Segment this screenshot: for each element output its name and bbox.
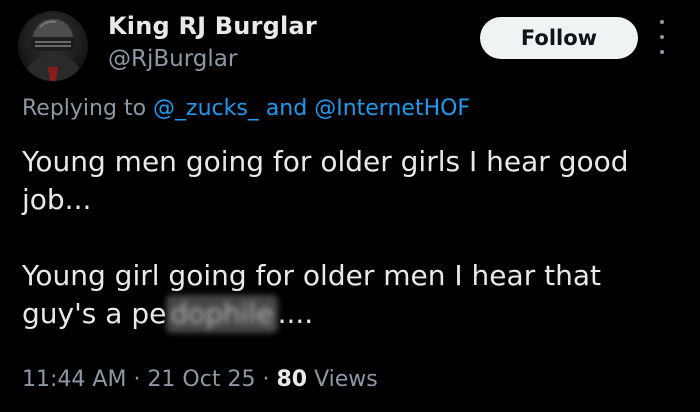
views-label: Views bbox=[314, 367, 378, 392]
reply-joiner: and bbox=[265, 96, 308, 121]
author-display-name[interactable]: King RJ Burglar bbox=[108, 12, 317, 40]
censored-word: dophile bbox=[166, 295, 278, 333]
tweet-card: King RJ Burglar @RjBurglar Follow Replyi… bbox=[0, 0, 700, 412]
tweet-paragraph-2: Young girl going for older men I hear th… bbox=[22, 257, 682, 333]
avatar[interactable] bbox=[18, 11, 88, 81]
reply-context: Replying to @_zucks_ and @InternetHOF bbox=[22, 96, 470, 121]
tweet-paragraph-1: Young men going for older girls I hear g… bbox=[22, 145, 629, 216]
tweet-meta: 11:44 AM · 21 Oct 25 · 80 Views bbox=[22, 367, 378, 392]
more-dot bbox=[660, 35, 664, 39]
meta-separator: · bbox=[262, 367, 270, 392]
author-handle[interactable]: @RjBurglar bbox=[108, 46, 237, 72]
more-dot bbox=[660, 50, 664, 54]
follow-button[interactable]: Follow bbox=[480, 17, 638, 59]
tweet-date[interactable]: 21 Oct 25 bbox=[147, 367, 255, 392]
meta-separator: · bbox=[133, 367, 141, 392]
follow-button-label: Follow bbox=[520, 26, 598, 50]
avatar-image bbox=[18, 11, 88, 81]
more-dot bbox=[660, 20, 664, 24]
more-vertical-icon[interactable] bbox=[655, 20, 669, 54]
views-count[interactable]: 80 bbox=[276, 367, 307, 392]
tweet-time[interactable]: 11:44 AM bbox=[22, 367, 126, 392]
tweet-paragraph-2-end: .... bbox=[277, 297, 314, 330]
tweet-text: Young men going for older girls I hear g… bbox=[22, 143, 682, 333]
reply-prefix: Replying to bbox=[22, 96, 147, 121]
mention-link-2[interactable]: @InternetHOF bbox=[314, 96, 470, 121]
mention-link-1[interactable]: @_zucks_ bbox=[153, 96, 259, 121]
